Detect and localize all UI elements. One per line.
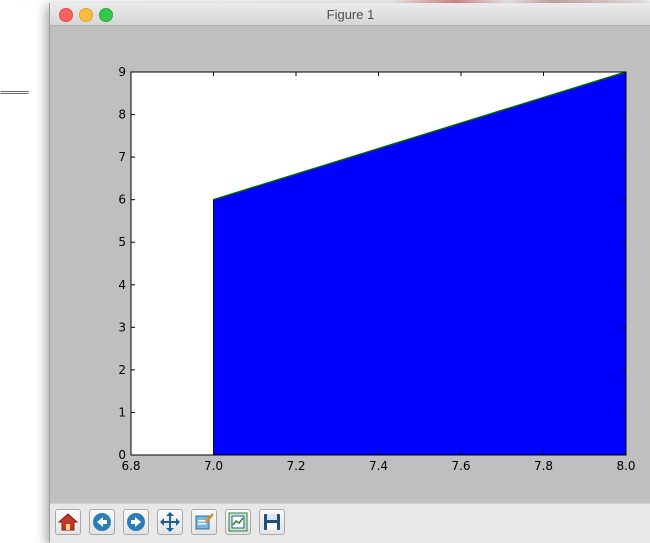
save-icon — [264, 514, 280, 530]
navigation-toolbar — [50, 503, 650, 543]
y-tick-label: 9 — [118, 65, 126, 79]
y-tick-label: 6 — [118, 193, 126, 207]
x-tick-label: 7.0 — [204, 459, 223, 473]
y-tick-label: 2 — [118, 363, 126, 377]
x-tick-label: 7.2 — [286, 459, 305, 473]
y-tick-label: 1 — [118, 405, 126, 419]
forward-arrow-icon — [127, 513, 145, 531]
pan-button[interactable] — [157, 509, 183, 535]
save-button[interactable] — [259, 509, 285, 535]
y-tick-label: 4 — [118, 278, 126, 292]
zoom-button[interactable] — [191, 509, 217, 535]
x-tick-label: 7.4 — [369, 459, 388, 473]
x-tick-label: 7.8 — [534, 459, 553, 473]
figure-canvas[interactable]: 6.8 7.0 7.2 7.4 7.6 7.8 8.0 0 1 2 3 4 5 6 7 8 9 — [50, 26, 650, 503]
x-tick-label: 8.0 — [616, 459, 635, 473]
background-terminal-text: ===== — [0, 86, 29, 99]
plot-area[interactable]: 6.8 7.0 7.2 7.4 7.6 7.8 8.00123456789 — [50, 26, 650, 503]
figure-window: Figure 1 6.8 7.0 7.2 7.4 7.6 7.8 8.0 0 1 2 3 4 5 6 7 8 9 — [49, 3, 650, 543]
y-tick-label: 7 — [118, 150, 126, 164]
back-button[interactable] — [89, 509, 115, 535]
home-button[interactable] — [55, 509, 81, 535]
y-tick-label: 0 — [118, 448, 126, 462]
y-tick-label: 8 — [118, 108, 126, 122]
zoom-icon — [195, 513, 214, 530]
x-tick-label: 7.6 — [451, 459, 470, 473]
home-icon — [58, 513, 78, 531]
subplots-icon — [228, 512, 248, 532]
back-arrow-icon — [93, 513, 111, 531]
forward-button[interactable] — [123, 509, 149, 535]
pan-icon — [160, 512, 180, 532]
y-tick-label: 5 — [118, 235, 126, 249]
configure-subplots-button[interactable] — [225, 509, 251, 535]
y-tick-label: 3 — [118, 320, 126, 334]
window-title: Figure 1 — [326, 7, 375, 22]
title-bar[interactable]: Figure 1 — [50, 3, 650, 26]
